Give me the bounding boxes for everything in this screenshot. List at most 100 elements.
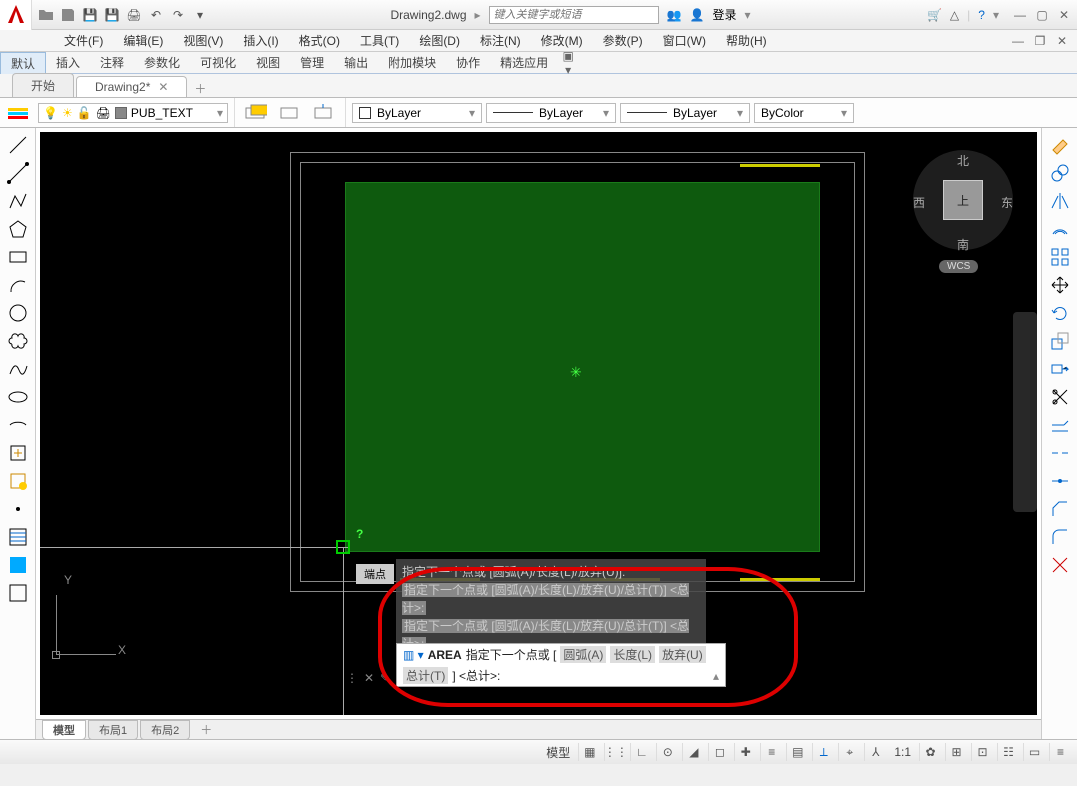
ellipse-arc-tool[interactable] <box>3 412 33 438</box>
sb-anno-icon[interactable]: ⅄ <box>864 743 886 761</box>
move-tool[interactable] <box>1045 272 1075 298</box>
menu-help[interactable]: 帮助(H) <box>716 32 777 49</box>
menu-format[interactable]: 格式(O) <box>289 32 350 49</box>
layout-tab-add-icon[interactable]: ＋ <box>192 720 220 739</box>
polyline-tool[interactable] <box>3 188 33 214</box>
point-tool[interactable] <box>3 496 33 522</box>
login-icon[interactable]: 👤 <box>690 8 705 22</box>
sb-model[interactable]: 模型 <box>542 744 574 761</box>
sb-sc-icon[interactable]: ⌖ <box>838 743 860 761</box>
rtab-addons[interactable]: 附加模块 <box>378 52 446 74</box>
circle-tool[interactable] <box>3 300 33 326</box>
gradient-tool[interactable] <box>3 552 33 578</box>
copy-tool[interactable] <box>1045 160 1075 186</box>
search-user-icon[interactable]: 👥 <box>667 8 682 22</box>
rtab-annotate[interactable]: 注释 <box>90 52 134 74</box>
save-icon[interactable] <box>60 7 76 23</box>
break-tool[interactable] <box>1045 440 1075 466</box>
sb-grid-icon[interactable]: ▦ <box>578 743 600 761</box>
doc-minimize-icon[interactable]: — <box>1009 34 1027 48</box>
ellipse-tool[interactable] <box>3 384 33 410</box>
make-block-tool[interactable] <box>3 468 33 494</box>
sb-custom-icon[interactable]: ≡ <box>1049 743 1071 761</box>
rotate-tool[interactable] <box>1045 300 1075 326</box>
revcloud-tool[interactable] <box>3 328 33 354</box>
sb-scale[interactable]: 1:1 <box>890 745 915 759</box>
sb-iso-icon[interactable]: ◢ <box>682 743 704 761</box>
spline-tool[interactable] <box>3 356 33 382</box>
menu-window[interactable]: 窗口(W) <box>653 32 716 49</box>
sb-ws-icon[interactable]: ⊞ <box>945 743 967 761</box>
layer-picker[interactable]: 💡 ☀ 🔓 🖨 PUB_TEXT ▾ <box>38 103 228 123</box>
minimize-icon[interactable]: — <box>1011 8 1029 22</box>
sb-dyn-icon[interactable]: ✚ <box>734 743 756 761</box>
cmd-opt-length[interactable]: 长度(L) <box>610 646 655 663</box>
rtab-param[interactable]: 参数化 <box>134 52 190 74</box>
layer-match-icon[interactable] <box>309 100 339 126</box>
prop-plotstyle[interactable]: ByColor▾ <box>754 103 854 123</box>
view-cube[interactable]: 北 南 东 西 上 WCS <box>903 140 1023 270</box>
menu-dim[interactable]: 标注(N) <box>470 32 531 49</box>
search-input[interactable] <box>489 6 659 24</box>
rectangle-tool[interactable] <box>3 244 33 270</box>
prop-linetype[interactable]: ByLayer▾ <box>486 103 616 123</box>
cmd-opt-arc[interactable]: 圆弧(A) <box>560 646 606 663</box>
array-tool[interactable] <box>1045 244 1075 270</box>
undo-icon[interactable]: ↶ <box>148 7 164 23</box>
doc-tab-home[interactable]: 开始 <box>12 73 74 97</box>
join-tool[interactable] <box>1045 468 1075 494</box>
rtab-output[interactable]: 输出 <box>334 52 378 74</box>
doc-close-icon[interactable]: ✕ <box>1053 34 1071 48</box>
view-cube-top[interactable]: 上 <box>943 180 983 220</box>
menu-param[interactable]: 参数(P) <box>593 32 653 49</box>
stretch-tool[interactable] <box>1045 356 1075 382</box>
cmd-close-icon[interactable]: ✕ <box>364 671 374 685</box>
erase-tool[interactable] <box>1045 132 1075 158</box>
sb-units-icon[interactable]: ☷ <box>997 743 1019 761</box>
saveall-icon[interactable]: 💾 <box>82 7 98 23</box>
insert-block-tool[interactable] <box>3 440 33 466</box>
print-icon[interactable]: 🖨 <box>126 7 142 23</box>
sb-trans-icon[interactable]: ▤ <box>786 743 808 761</box>
maximize-icon[interactable]: ▢ <box>1033 8 1051 22</box>
arc-tool[interactable] <box>3 272 33 298</box>
close-icon[interactable]: ✕ <box>1055 8 1073 22</box>
rtab-default[interactable]: 默认 <box>0 52 46 74</box>
drawing-canvas[interactable]: ✳ ? 端点 北 南 东 西 上 WCS Y X <box>40 132 1037 715</box>
login-label[interactable]: 登录 <box>712 6 736 23</box>
sb-osnap-icon[interactable]: ◻ <box>708 743 730 761</box>
offset-tool[interactable] <box>1045 216 1075 242</box>
menu-draw[interactable]: 绘图(D) <box>409 32 470 49</box>
sb-ortho-icon[interactable]: ∟ <box>630 743 652 761</box>
rtab-manage[interactable]: 管理 <box>290 52 334 74</box>
sb-snap-icon[interactable]: ⋮⋮ <box>604 743 626 761</box>
app-logo[interactable] <box>0 0 32 30</box>
rtab-extra-icon[interactable]: ▣ ▾ <box>558 49 578 77</box>
open-icon[interactable] <box>38 7 54 23</box>
sb-polar-icon[interactable]: ⊙ <box>656 743 678 761</box>
xline-tool[interactable] <box>3 160 33 186</box>
menu-tools[interactable]: 工具(T) <box>350 32 409 49</box>
mirror-tool[interactable] <box>1045 188 1075 214</box>
layout-tab-model[interactable]: 模型 <box>42 720 86 740</box>
line-tool[interactable] <box>3 132 33 158</box>
cmd-opt-total[interactable]: 总计(T) <box>403 667 448 684</box>
navigation-bar[interactable] <box>1013 312 1037 512</box>
sb-qp-icon[interactable]: ⟂ <box>812 743 834 761</box>
qat-more-icon[interactable]: ▾ <box>192 7 208 23</box>
region-tool[interactable] <box>3 580 33 606</box>
doc-tab-new-icon[interactable]: ＋ <box>189 80 211 97</box>
rtab-collab[interactable]: 协作 <box>446 52 490 74</box>
doc-tab-active[interactable]: Drawing2* ✕ <box>76 76 187 97</box>
redo-icon[interactable]: ↷ <box>170 7 186 23</box>
scale-tool[interactable] <box>1045 328 1075 354</box>
sb-lwt-icon[interactable]: ≡ <box>760 743 782 761</box>
menu-edit[interactable]: 编辑(E) <box>113 32 173 49</box>
share-icon[interactable]: △ <box>950 8 959 22</box>
cart-icon[interactable]: 🛒 <box>927 8 942 22</box>
layer-props-icon[interactable] <box>6 100 34 125</box>
cmd-config-icon[interactable]: ✎ <box>380 671 390 685</box>
chamfer-tool[interactable] <box>1045 496 1075 522</box>
trim-tool[interactable] <box>1045 384 1075 410</box>
rtab-view[interactable]: 视图 <box>246 52 290 74</box>
